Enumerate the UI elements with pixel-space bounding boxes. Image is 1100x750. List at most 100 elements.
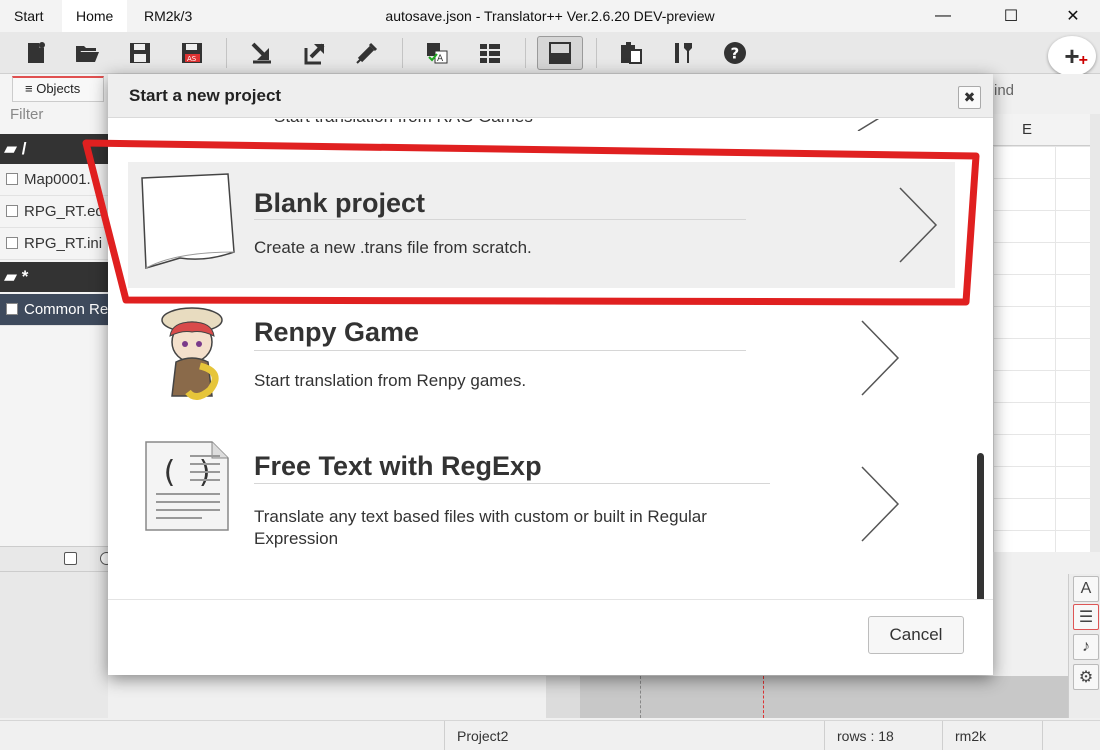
data-grid[interactable] <box>992 114 1090 552</box>
help-icon: ? <box>724 42 746 64</box>
objects-tab-label: Objects <box>36 81 81 96</box>
new-project-dialog: Start a new project ✖ Start translation … <box>108 74 993 675</box>
export-button[interactable] <box>298 36 332 70</box>
new-project-button[interactable] <box>19 36 53 70</box>
chevron-right-icon <box>899 187 938 263</box>
option-renpy-game[interactable]: Renpy Game Start translation from Renpy … <box>128 304 955 422</box>
status-engine: rm2k <box>942 721 1042 750</box>
menu-tab-rm2k3[interactable]: RM2k/3 <box>130 0 206 32</box>
gear-icon[interactable]: ⚙ <box>1073 664 1099 690</box>
dialog-scrollbar[interactable] <box>977 453 984 599</box>
folder-open-icon <box>76 46 99 62</box>
close-window-button[interactable]: ✕ <box>1050 0 1096 32</box>
new-file-icon <box>28 42 45 63</box>
folder-root[interactable]: ▰ / <box>0 134 108 164</box>
checkbox[interactable] <box>6 237 18 249</box>
title-bar: Start Home RM2k/3 autosave.json - Transl… <box>0 0 1100 32</box>
checkbox[interactable] <box>6 205 18 217</box>
folder-open-icon: ▰ <box>4 139 22 158</box>
svg-text:AS: AS <box>187 55 197 63</box>
objects-tab[interactable]: ≡ Objects <box>12 76 104 102</box>
option-description: Start translation from RAG Games <box>274 119 533 127</box>
side-toolbar: A ☰ ♪ ⚙ <box>1068 574 1100 718</box>
open-project-button[interactable] <box>70 36 104 70</box>
list-icon <box>480 44 500 63</box>
clipboard-icon <box>621 42 642 64</box>
list-item[interactable]: RPG_RT.ed <box>0 196 108 228</box>
dialog-close-button[interactable]: ✖ <box>958 86 981 109</box>
batch-button[interactable] <box>473 36 507 70</box>
save-as-icon: AS <box>182 43 202 63</box>
checkbox[interactable] <box>64 552 77 565</box>
layout-toggle-button[interactable] <box>537 36 583 70</box>
divider <box>640 676 641 718</box>
file-label: RPG_RT.ed <box>24 203 104 220</box>
layers-icon: ≡ <box>25 81 33 96</box>
option-free-text-regexp[interactable]: ( ) Free Text with RegExp Translate any … <box>128 434 955 564</box>
option-title: Renpy Game <box>254 317 420 347</box>
chevron-right-icon <box>861 320 900 396</box>
syringe-icon <box>356 42 378 64</box>
import-button[interactable] <box>245 36 279 70</box>
add-label: + <box>1064 40 1080 71</box>
tools-button[interactable] <box>666 36 700 70</box>
status-project: Project2 <box>444 721 824 750</box>
maximize-button[interactable]: ☐ <box>988 0 1034 32</box>
inject-button[interactable] <box>350 36 384 70</box>
grid-scrollbar[interactable] <box>1090 114 1100 552</box>
divider <box>254 483 770 484</box>
file-label: Map0001. <box>24 171 91 188</box>
folder-star-label: * <box>21 267 29 286</box>
help-button[interactable]: ? <box>718 36 752 70</box>
font-icon[interactable]: A <box>1073 576 1099 602</box>
folder-star[interactable]: ▰ * <box>0 262 108 292</box>
checkbox[interactable] <box>6 303 18 315</box>
file-label: Common Re <box>24 301 108 318</box>
list-item[interactable]: RPG_RT.ini <box>0 228 108 260</box>
svg-text:A: A <box>437 54 444 64</box>
export-icon <box>304 43 325 65</box>
toolbar-separator <box>402 38 403 68</box>
divider <box>0 571 108 572</box>
option-title: Blank project <box>254 188 426 218</box>
bottom-left-panel <box>0 546 113 718</box>
speaker-icon[interactable]: ♪ <box>1073 634 1099 660</box>
blank-paper-icon <box>141 173 235 269</box>
status-rows: rows : 18 <box>824 721 942 750</box>
divider <box>254 350 746 351</box>
save-as-button[interactable]: AS <box>175 36 209 70</box>
format-icon[interactable]: ☰ <box>1073 604 1099 630</box>
cancel-button[interactable]: Cancel <box>868 616 964 654</box>
checkbox[interactable] <box>6 173 18 185</box>
save-icon <box>130 43 150 63</box>
toolbar: AS A ? <box>0 32 1100 74</box>
minimize-button[interactable]: — <box>920 0 966 32</box>
find-tab[interactable]: ind <box>992 78 1092 104</box>
chevron-right-icon <box>861 466 900 542</box>
toolbar-separator <box>525 38 526 68</box>
menu-tab-home[interactable]: Home <box>62 0 128 32</box>
filter-input[interactable]: Filter <box>10 106 43 123</box>
folder-root-label: / <box>21 139 27 158</box>
option-title: Free Text with RegExp <box>254 451 542 481</box>
option-blank-project[interactable]: Blank project Create a new .trans file f… <box>128 162 955 288</box>
translate-button[interactable]: A <box>420 36 454 70</box>
paste-button[interactable] <box>614 36 648 70</box>
toolbar-separator <box>596 38 597 68</box>
status-empty <box>1042 721 1100 750</box>
add-sub-label: + <box>1078 52 1088 69</box>
menu-tab-start[interactable]: Start <box>0 0 58 32</box>
save-button[interactable] <box>123 36 157 70</box>
dialog-body: Start translation from RAG Games Blank p… <box>108 119 993 599</box>
add-button[interactable]: + + <box>1048 36 1096 76</box>
list-item-selected[interactable]: Common Re <box>0 294 108 326</box>
option-rag-games[interactable]: Start translation from RAG Games <box>128 119 955 131</box>
list-item[interactable]: Map0001. <box>0 164 108 196</box>
status-bar: Project2 rows : 18 rm2k <box>0 720 1100 750</box>
file-label: RPG_RT.ini <box>24 235 103 252</box>
divider <box>763 676 764 718</box>
document-regexp-icon: ( ) <box>145 441 229 531</box>
tools-icon <box>675 43 692 63</box>
chevron-right-icon <box>857 119 880 131</box>
column-header[interactable]: E <box>992 114 1090 146</box>
